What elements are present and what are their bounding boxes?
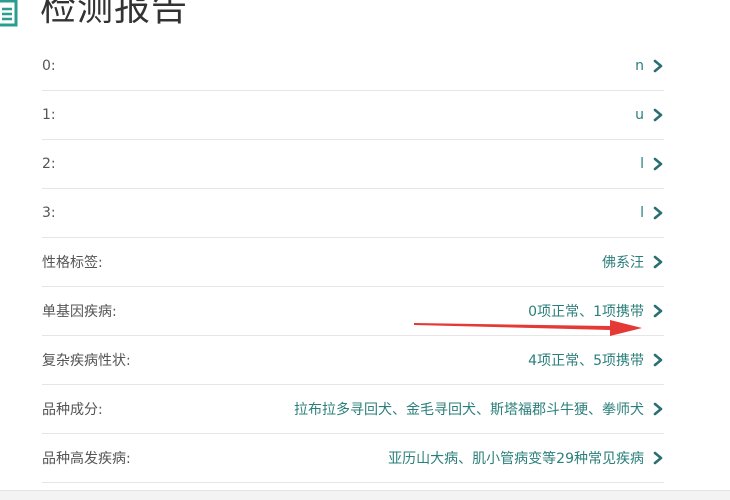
report-row-2[interactable]: 2: l: [42, 140, 664, 189]
row-label: 品种高发疾病:: [42, 451, 131, 467]
row-value: 亚历山大病、肌小管病变等29种常见疾病: [388, 451, 644, 467]
row-value: n: [635, 58, 644, 74]
row-label: 3:: [42, 205, 56, 221]
chevron-right-icon[interactable]: [652, 157, 664, 171]
row-value: 0项正常、1项携带: [528, 304, 644, 320]
chevron-right-icon[interactable]: [652, 59, 664, 73]
row-label: 0:: [42, 58, 56, 74]
chevron-right-icon[interactable]: [652, 304, 664, 318]
row-value: l: [640, 156, 644, 172]
row-value: 拉布拉多寻回犬、金毛寻回犬、斯塔福郡斗牛㹴、拳师犬: [294, 402, 644, 418]
row-label: 性格标签:: [42, 255, 103, 271]
chevron-right-icon[interactable]: [652, 255, 664, 269]
report-row-3[interactable]: 3: l: [42, 189, 664, 238]
report-row-breed-diseases[interactable]: 品种高发疾病: 亚历山大病、肌小管病变等29种常见疾病: [42, 434, 664, 483]
row-value: l: [640, 205, 644, 221]
page-title: 检测报告: [40, 0, 189, 29]
report-row-1[interactable]: 1: u: [42, 91, 664, 140]
row-value: 4项正常、5项携带: [528, 353, 644, 369]
row-label: 2:: [42, 156, 56, 172]
report-row-personality[interactable]: 性格标签: 佛系汪: [42, 238, 664, 287]
row-label: 复杂疾病性状:: [42, 353, 131, 369]
report-list: 0: n 1: u 2: l 3: l 性格标签: 佛系汪 单基因疾病: 0项正…: [42, 42, 664, 483]
row-label: 1:: [42, 107, 56, 123]
report-row-0[interactable]: 0: n: [42, 42, 664, 91]
report-row-monogenic[interactable]: 单基因疾病: 0项正常、1项携带: [42, 287, 664, 336]
chevron-right-icon[interactable]: [652, 402, 664, 416]
row-value: u: [635, 107, 644, 123]
row-value: 佛系汪: [602, 255, 644, 271]
chevron-right-icon[interactable]: [652, 108, 664, 122]
row-label: 单基因疾病:: [42, 304, 117, 320]
chevron-right-icon[interactable]: [652, 451, 664, 465]
report-row-complex-traits[interactable]: 复杂疾病性状: 4项正常、5项携带: [42, 336, 664, 385]
report-row-breed-composition[interactable]: 品种成分: 拉布拉多寻回犬、金毛寻回犬、斯塔福郡斗牛㹴、拳师犬: [42, 385, 664, 434]
row-label: 品种成分:: [42, 402, 103, 418]
document-icon: [0, 0, 18, 27]
chevron-right-icon[interactable]: [652, 206, 664, 220]
chevron-right-icon[interactable]: [652, 353, 664, 367]
